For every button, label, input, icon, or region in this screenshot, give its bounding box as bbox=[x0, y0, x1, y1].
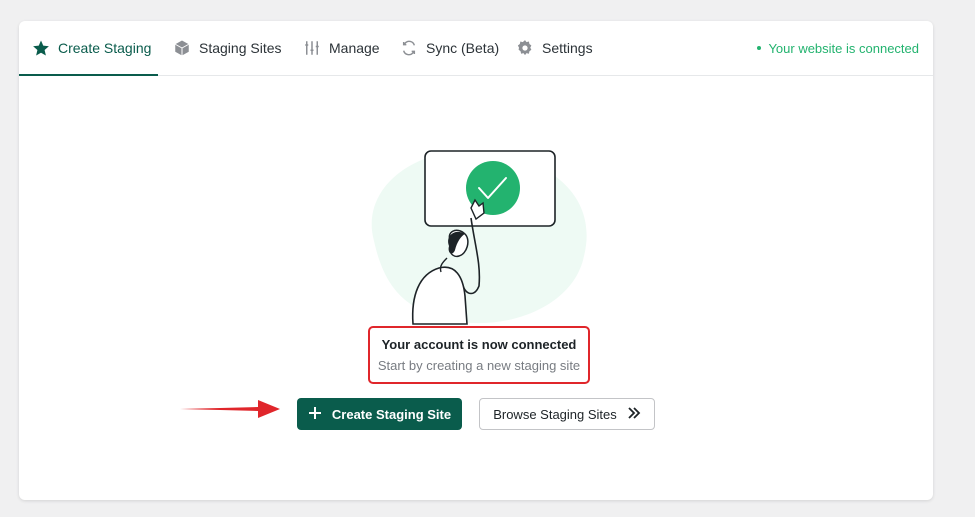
tab-settings[interactable]: Settings bbox=[516, 21, 593, 75]
tab-label: Settings bbox=[542, 40, 593, 56]
status-dot bbox=[757, 46, 762, 50]
tab-manage[interactable]: Manage bbox=[303, 21, 380, 75]
create-staging-site-button[interactable]: Create Staging Site bbox=[297, 398, 462, 430]
create-button-label: Create Staging Site bbox=[331, 406, 452, 422]
browse-staging-sites-button[interactable]: Browse Staging Sites bbox=[479, 398, 655, 430]
browse-button-label: Browse Staging Sites bbox=[493, 406, 617, 422]
connected-message: Your account is now connected Start by c… bbox=[368, 326, 590, 384]
cube-icon bbox=[173, 39, 191, 57]
double-chevron-right-icon bbox=[627, 406, 641, 423]
status-text: Your website is connected bbox=[768, 40, 919, 56]
tab-bar: Create Staging Staging Sites Manage Sync… bbox=[19, 21, 933, 76]
main-card: Create Staging Staging Sites Manage Sync… bbox=[19, 21, 933, 500]
tab-sync[interactable]: Sync (Beta) bbox=[400, 21, 499, 75]
message-subtitle: Start by creating a new staging site bbox=[377, 358, 581, 373]
connection-status: Your website is connected bbox=[757, 21, 919, 75]
sliders-icon bbox=[303, 39, 321, 57]
tab-label: Manage bbox=[329, 40, 380, 56]
star-icon bbox=[32, 39, 50, 57]
tab-staging-sites[interactable]: Staging Sites bbox=[173, 21, 282, 75]
sync-icon bbox=[400, 39, 418, 57]
tab-label: Staging Sites bbox=[199, 40, 282, 56]
connected-illustration bbox=[371, 150, 587, 325]
gear-icon bbox=[516, 39, 534, 57]
plus-icon bbox=[308, 406, 322, 423]
pointer-arrow bbox=[180, 400, 280, 418]
tab-label: Sync (Beta) bbox=[426, 40, 500, 56]
message-title: Your account is now connected bbox=[381, 337, 577, 352]
tab-create-staging[interactable]: Create Staging bbox=[19, 21, 158, 76]
tab-label: Create Staging bbox=[58, 40, 152, 56]
